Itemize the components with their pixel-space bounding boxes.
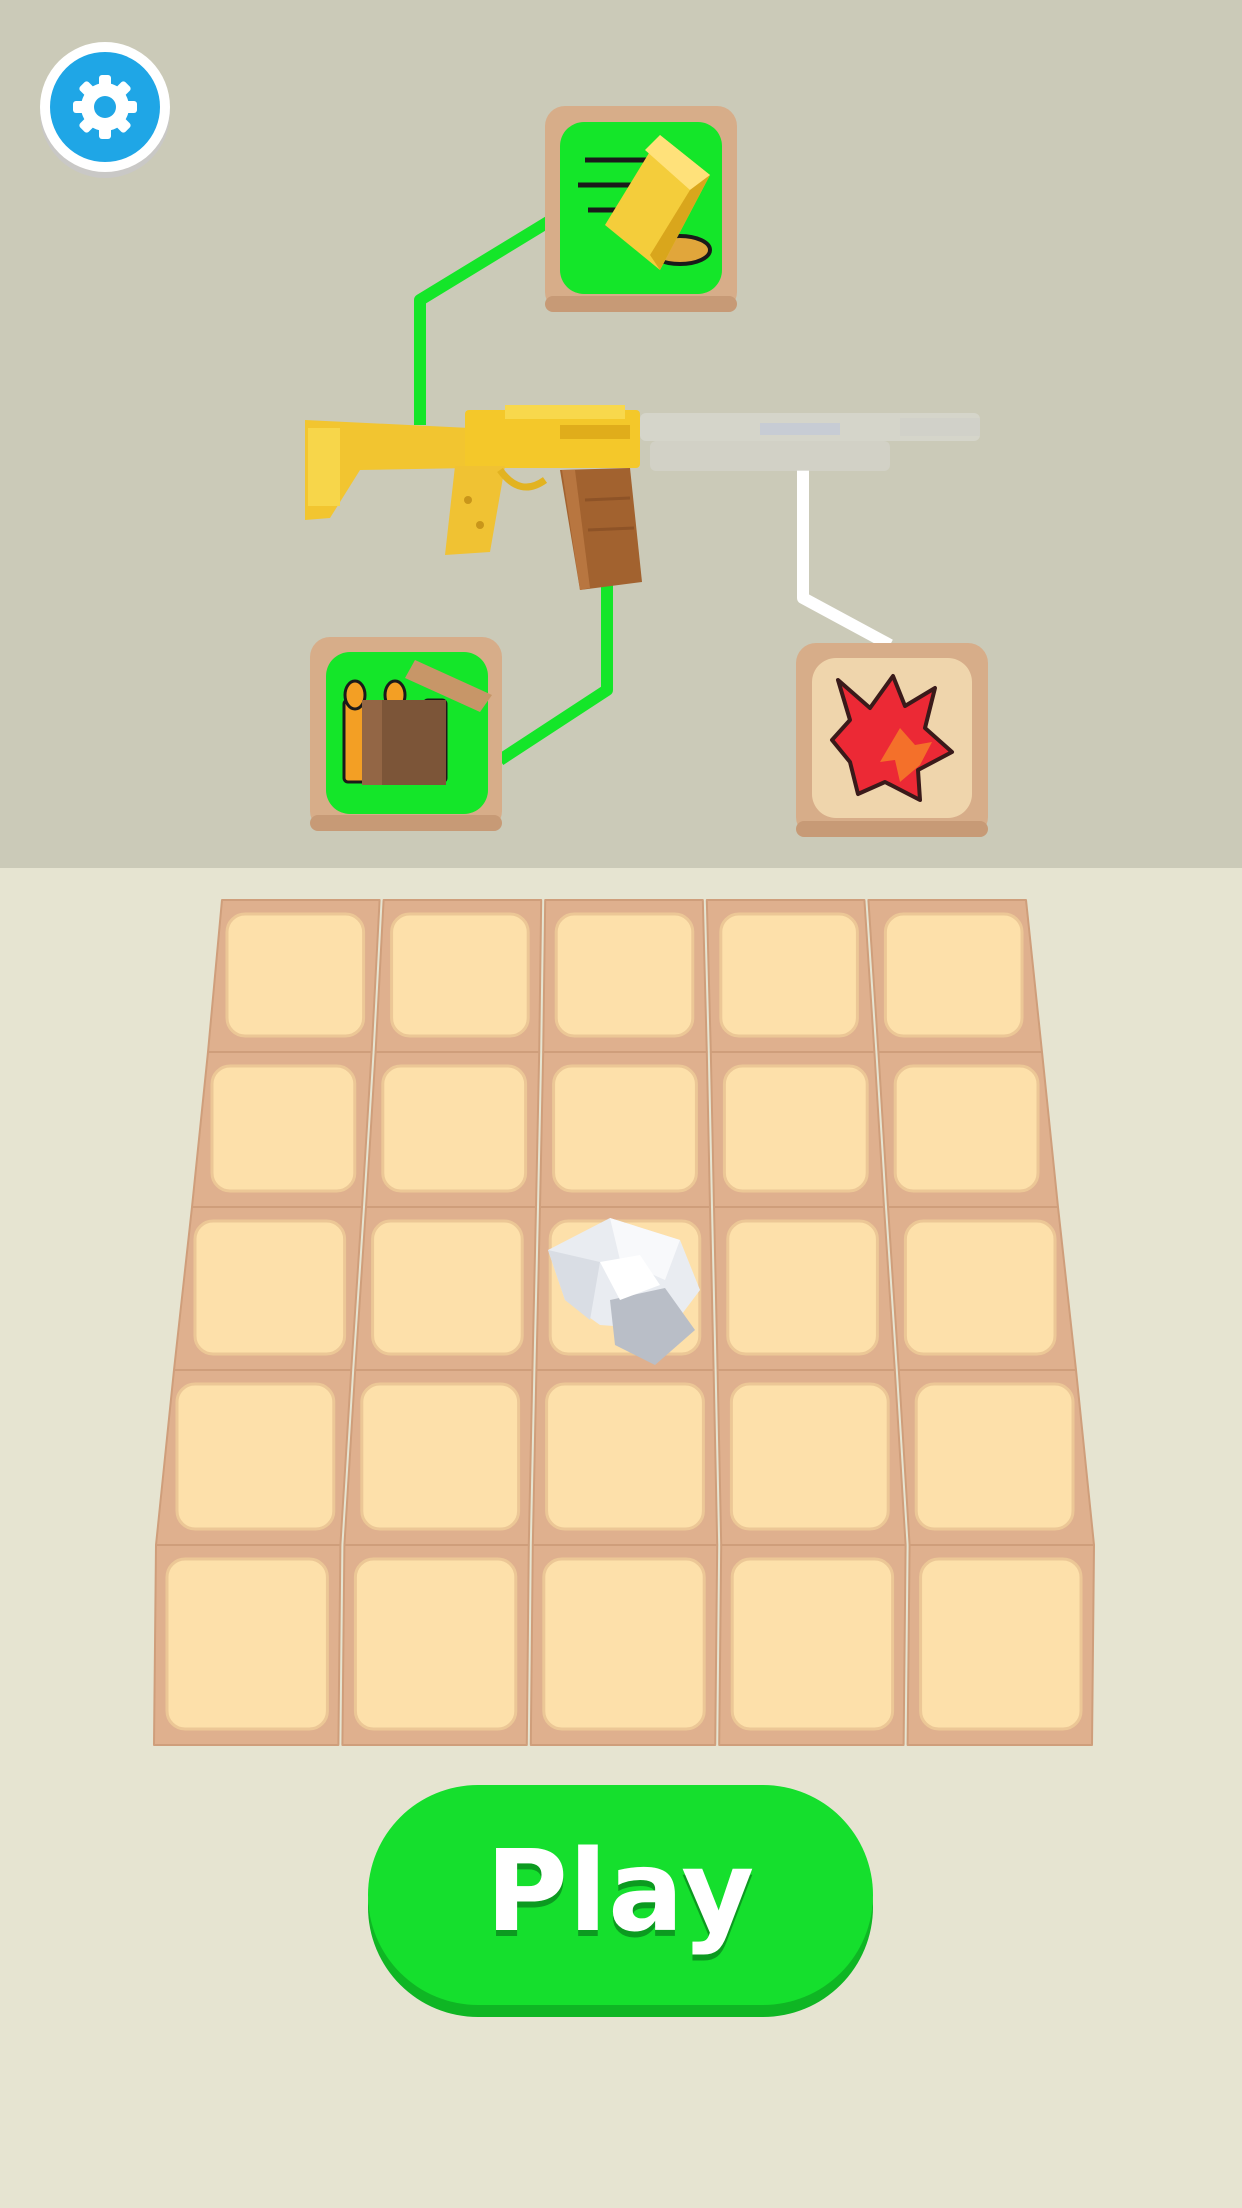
grid-cell-r1-c2[interactable] <box>374 899 543 1053</box>
grid-cell-r4-c1[interactable] <box>155 1369 353 1546</box>
grid-cell-r2-c4[interactable] <box>709 1051 885 1208</box>
grid-cell-r2-c1[interactable] <box>191 1051 373 1208</box>
grid-cell-r5-c2[interactable] <box>341 1544 530 1746</box>
grid-cell-r2-c3[interactable] <box>539 1051 711 1208</box>
grid-cell-r3-c1[interactable] <box>173 1206 363 1371</box>
grid-cell-r5-c3[interactable] <box>529 1544 719 1746</box>
grid-cell-r5-c5[interactable] <box>906 1544 1095 1746</box>
play-button[interactable]: Play <box>368 1785 873 2005</box>
grid-cell-r4-c5[interactable] <box>897 1369 1095 1546</box>
grid-cell-r3-c4[interactable] <box>713 1206 896 1371</box>
play-button-label: Play <box>485 1827 756 1957</box>
settings-button-face <box>50 52 160 162</box>
grid-cell-r2-c2[interactable] <box>365 1051 541 1208</box>
grid-cell-r1-c5[interactable] <box>867 899 1043 1053</box>
grid-cell-r1-c1[interactable] <box>207 899 381 1053</box>
gear-icon <box>73 75 137 139</box>
grid-cell-r4-c2[interactable] <box>343 1369 534 1546</box>
grid-cell-r5-c1[interactable] <box>153 1544 342 1746</box>
settings-button[interactable] <box>40 42 170 172</box>
grid-cell-r3-c5[interactable] <box>887 1206 1077 1371</box>
grid-cell-r4-c4[interactable] <box>716 1369 907 1546</box>
grid-cell-r1-c3[interactable] <box>542 899 708 1053</box>
grid-cell-r1-c4[interactable] <box>705 899 876 1053</box>
grid-cell-r3-c2[interactable] <box>354 1206 537 1371</box>
grid-cell-r2-c5[interactable] <box>877 1051 1059 1208</box>
grid-cell-r4-c3[interactable] <box>531 1369 719 1546</box>
grid-cell-r5-c4[interactable] <box>718 1544 907 1746</box>
